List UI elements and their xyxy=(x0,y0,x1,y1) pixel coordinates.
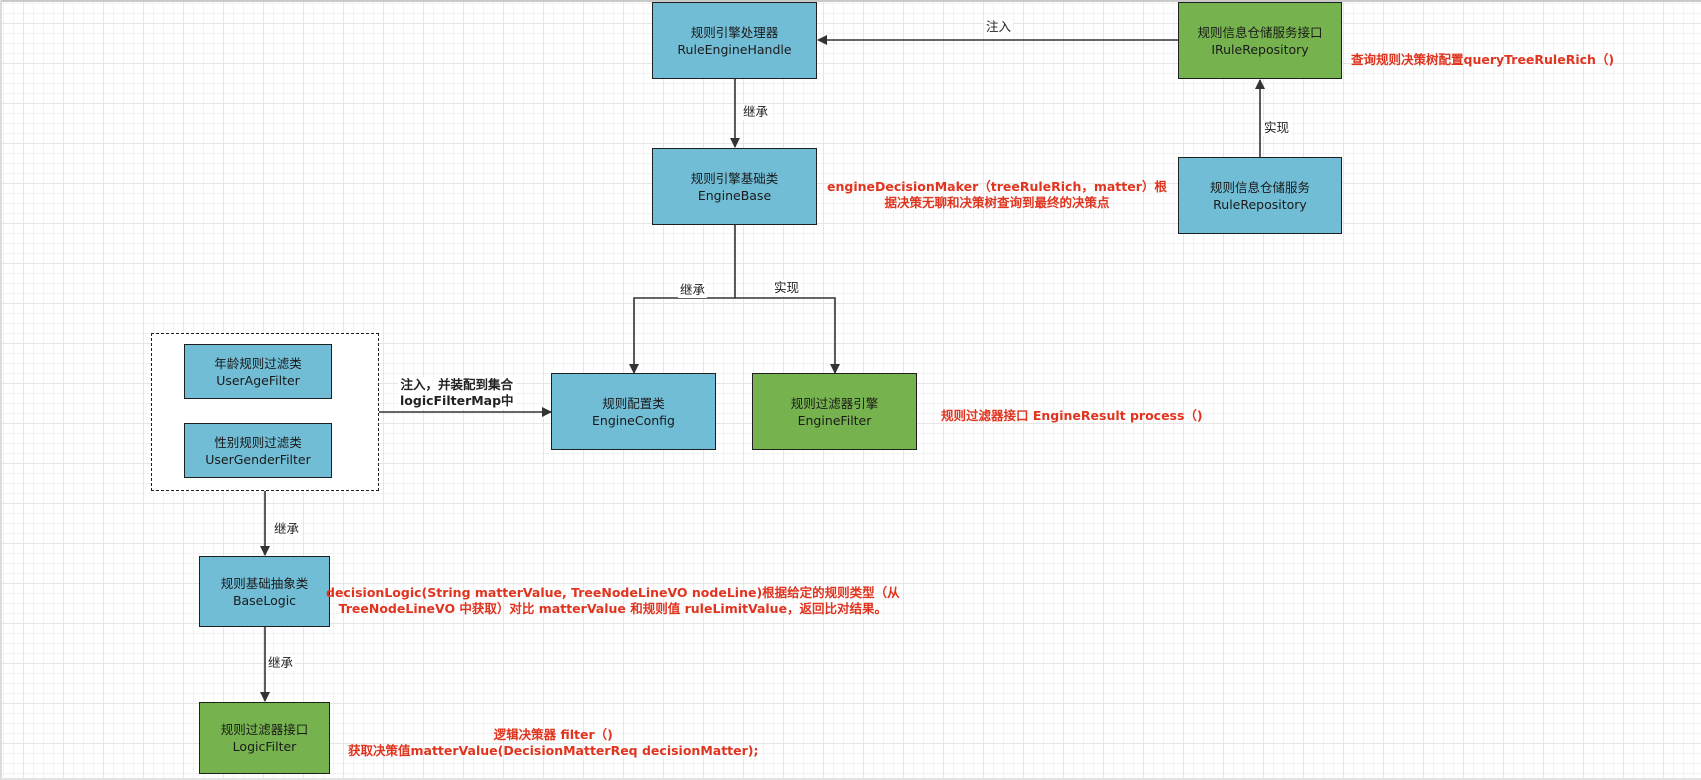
node-irule-repository-en: IRuleRepository xyxy=(1211,41,1309,57)
node-irule-repository-cn: 规则信息仓储服务接口 xyxy=(1197,24,1323,40)
node-user-gender-filter-cn: 性别规则过滤类 xyxy=(214,434,302,450)
node-rule-engine-handle-en: RuleEngineHandle xyxy=(677,41,792,57)
label-inject-map-line2: logicFilterMap中 xyxy=(400,393,514,408)
node-logic-filter-en: LogicFilter xyxy=(232,739,297,754)
node-engine-config[interactable]: 规则配置类 EngineConfig xyxy=(551,373,716,450)
note-decision-maker-line2: 据决策无聊和决策树查询到最终的决策点 xyxy=(884,195,1110,210)
node-engine-base[interactable]: 规则引擎基础类 EngineBase xyxy=(652,148,817,225)
node-user-gender-filter-en: UserGenderFilter xyxy=(205,451,311,467)
label-implement-engine-filter: 实现 xyxy=(772,280,802,296)
note-logic-filter-line2: 获取决策值matterValue(DecisionMatterReq decis… xyxy=(348,743,759,758)
node-engine-config-en: EngineConfig xyxy=(592,412,675,428)
node-rule-repository-cn: 规则信息仓储服务 xyxy=(1209,179,1310,195)
label-inject-logic-filter-map: 注入，并装配到集合 logicFilterMap中 xyxy=(398,377,516,409)
node-engine-filter-cn: 规则过滤器引擎 xyxy=(790,395,879,411)
label-inject-map-line1: 注入，并装配到集合 xyxy=(400,377,514,392)
edge-extend-engine-config xyxy=(629,225,736,374)
node-engine-base-en: EngineBase xyxy=(697,187,772,203)
node-base-logic-cn: 规则基础抽象类 xyxy=(220,575,309,591)
node-irule-repository[interactable]: 规则信息仓储服务接口 IRuleRepository xyxy=(1178,2,1342,79)
node-engine-config-cn: 规则配置类 xyxy=(602,395,665,411)
node-base-logic[interactable]: 规则基础抽象类 BaseLogic xyxy=(199,556,330,627)
node-rule-repository[interactable]: 规则信息仓储服务 RuleRepository xyxy=(1178,157,1342,234)
note-engine-filter-process: 规则过滤器接口 EngineResult process（) xyxy=(941,408,1203,423)
node-user-age-filter-cn: 年龄规则过滤类 xyxy=(214,355,302,371)
note-engine-decision-maker: engineDecisionMaker（treeRuleRich，matter）… xyxy=(827,179,1167,211)
node-user-gender-filter[interactable]: 性别规则过滤类 UserGenderFilter xyxy=(184,423,332,478)
node-engine-filter-en: EngineFilter xyxy=(797,412,872,428)
node-user-age-filter-en: UserAgeFilter xyxy=(216,372,300,388)
note-decision-logic-line1: decisionLogic(String matterValue, TreeNo… xyxy=(326,585,900,600)
node-rule-engine-handle[interactable]: 规则引擎处理器 RuleEngineHandle xyxy=(652,2,817,79)
node-rule-repository-en: RuleRepository xyxy=(1213,196,1307,212)
node-logic-filter[interactable]: 规则过滤器接口 LogicFilter xyxy=(199,702,330,774)
note-logic-filter-line1: 逻辑决策器 filter（) xyxy=(493,727,613,742)
node-user-age-filter[interactable]: 年龄规则过滤类 UserAgeFilter xyxy=(184,344,332,399)
label-extend-base-logic: 继承 xyxy=(272,521,302,537)
note-query-tree-rule-rich: 查询规则决策树配置queryTreeRuleRich（) xyxy=(1351,52,1615,67)
node-rule-engine-handle-cn: 规则引擎处理器 xyxy=(690,24,779,40)
node-logic-filter-cn: 规则过滤器接口 xyxy=(220,722,309,737)
label-extend-logic-filter: 继承 xyxy=(266,655,296,671)
note-decision-logic-line2: TreeNodeLineVO 中获取）对比 matterValue 和规则值 r… xyxy=(338,601,888,616)
note-decision-logic: decisionLogic(String matterValue, TreeNo… xyxy=(326,585,900,617)
edge-implement-engine-filter xyxy=(735,297,840,374)
label-inject-repository: 注入 xyxy=(984,19,1014,35)
note-logic-filter: 逻辑决策器 filter（) 获取决策值matterValue(Decision… xyxy=(348,727,759,759)
label-extend-engine-base: 继承 xyxy=(741,104,771,120)
node-base-logic-en: BaseLogic xyxy=(232,592,297,608)
note-decision-maker-line1: engineDecisionMaker（treeRuleRich，matter）… xyxy=(827,179,1167,194)
node-engine-filter[interactable]: 规则过滤器引擎 EngineFilter xyxy=(752,373,917,450)
node-engine-base-cn: 规则引擎基础类 xyxy=(690,170,779,186)
label-extend-engine-config: 继承 xyxy=(678,282,708,298)
label-implement-repository: 实现 xyxy=(1262,120,1292,136)
